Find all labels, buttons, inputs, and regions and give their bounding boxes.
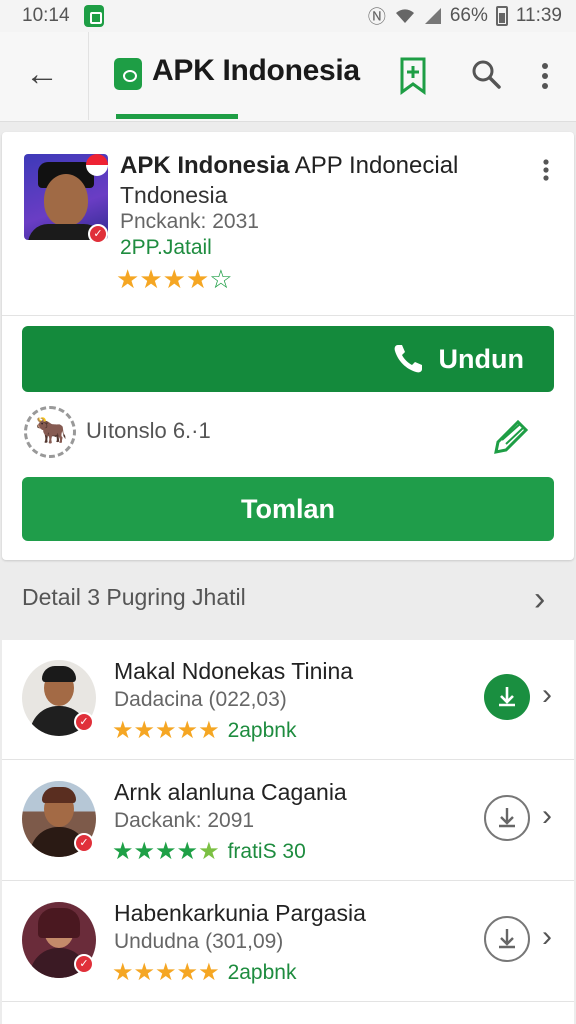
list-item-subtitle: Undudna (301,09)	[114, 930, 284, 953]
star-icon: ★	[112, 838, 134, 865]
phone-icon	[394, 345, 422, 373]
wifi-icon	[395, 9, 414, 23]
bookmark-icon[interactable]	[398, 56, 428, 96]
chevron-right-icon: ›	[542, 920, 552, 953]
star-icon: ★	[162, 264, 186, 294]
app-rating: ★★★★☆	[116, 264, 233, 295]
divider	[88, 32, 89, 120]
verified-badge-icon: ✓	[88, 224, 108, 244]
list-item-subtitle: Dackank: 2091	[114, 809, 255, 832]
card-overflow-icon[interactable]	[536, 156, 556, 184]
list-item-rating: ★★★★★ 2apbnk	[112, 716, 296, 745]
star-icon: ★	[176, 717, 199, 744]
list-item-title: Habenkarkunia Pargasia	[114, 900, 366, 926]
star-icon: ★	[155, 717, 177, 744]
list-item-title: Makal Ndonekas Tinina	[114, 658, 354, 684]
back-arrow-icon[interactable]: ←	[22, 54, 62, 94]
star-icon: ★	[112, 959, 134, 986]
edit-pencil-icon[interactable]	[490, 412, 534, 456]
download-icon[interactable]	[484, 674, 530, 720]
download-icon[interactable]	[484, 795, 530, 841]
verified-badge-icon: ✓	[74, 954, 94, 974]
star-icon: ★	[112, 717, 134, 744]
divider	[2, 315, 574, 316]
detail-link[interactable]: 2PP.Jatail	[120, 236, 212, 260]
app-bar: ← APK Indonesia	[0, 32, 576, 122]
app-notification-icon	[83, 5, 104, 27]
section-label: Detail 3 Pugring Jhatil	[22, 584, 246, 610]
section-header[interactable]: Detail 3 Pugring Jhatil ›	[0, 574, 576, 624]
list-item-subtitle: Dadacina (022,03)	[114, 688, 287, 711]
star-icon: ★	[155, 838, 177, 865]
list-item[interactable]: ✓ Arnk alanluna Cagania Dackank: 2091 ★★…	[2, 761, 574, 881]
page-title: APK Indonesia	[152, 54, 360, 87]
star-icon: ★	[116, 264, 140, 294]
related-app-list: ✓ Makal Ndonekas Tinina Dadacina (022,03…	[2, 640, 574, 1024]
version-text: Uıtonslo 6.·1	[86, 418, 211, 443]
version-row: Uıtonslo 6.·1	[24, 404, 554, 460]
chevron-right-icon: ›	[534, 580, 546, 618]
status-time: 10:14	[22, 5, 70, 26]
verified-badge-icon: ✓	[74, 833, 94, 853]
list-item-tag: 2apbnk	[227, 718, 297, 742]
star-icon: ★	[139, 264, 163, 294]
star-icon: ★	[133, 838, 156, 865]
cell-signal-icon	[424, 8, 441, 24]
app-logo-icon	[114, 58, 142, 90]
chevron-right-icon: ›	[542, 799, 552, 832]
star-outline-icon: ☆	[209, 264, 233, 294]
list-item-title: Arnk alanluna Cagania	[114, 779, 347, 805]
status-bar: 10:14 Ⓝ 66% 11:39	[0, 0, 576, 32]
list-item-tag: 2apbnk	[227, 960, 297, 984]
list-item[interactable]: ✓ Makal Ndonekas Tinina Dadacina (022,03…	[2, 640, 574, 760]
app-name: APK Indonesia APP Indonecial	[120, 152, 459, 179]
search-icon[interactable]	[468, 56, 504, 92]
developer-logo-icon	[24, 406, 76, 458]
list-item-rating: ★★★★★ 2apbnk	[112, 958, 296, 987]
app-subtitle: Tndonesia	[120, 182, 228, 208]
tab-indicator	[116, 114, 238, 119]
nfc-icon: Ⓝ	[367, 7, 386, 27]
battery-icon	[495, 6, 508, 26]
download-button-label: Undun	[438, 343, 524, 374]
star-icon: ★	[176, 838, 199, 865]
status-clock: 11:39	[515, 5, 562, 26]
download-icon[interactable]	[484, 916, 530, 962]
verified-badge-icon: ✓	[74, 712, 94, 732]
chevron-right-icon: ›	[542, 678, 552, 711]
app-meta: Pnckank: 2031	[120, 210, 259, 233]
list-item[interactable]: ✓ Habenkarkunia Pargasia Undudna (301,09…	[2, 882, 574, 1002]
star-icon: ★	[198, 959, 220, 986]
app-detail-card: ✓ APK Indonesia APP Indonecial Tndonesia…	[2, 132, 574, 560]
overflow-menu-icon[interactable]	[532, 58, 558, 94]
star-icon: ★	[185, 264, 210, 294]
flag-icon	[86, 154, 108, 176]
star-icon: ★	[133, 959, 156, 986]
star-icon: ★	[176, 959, 199, 986]
star-icon: ★	[198, 717, 220, 744]
star-icon: ★	[198, 838, 220, 865]
star-icon: ★	[133, 717, 156, 744]
list-item-rating: ★★★★★ fratiS 30	[112, 837, 306, 866]
battery-percent: 66%	[449, 5, 488, 26]
list-item-tag: fratiS 30	[227, 839, 306, 863]
star-icon: ★	[155, 959, 177, 986]
download-button[interactable]: Undun	[22, 326, 554, 392]
list-item[interactable]	[2, 1003, 574, 1024]
install-button[interactable]: Tomlan	[22, 477, 554, 541]
